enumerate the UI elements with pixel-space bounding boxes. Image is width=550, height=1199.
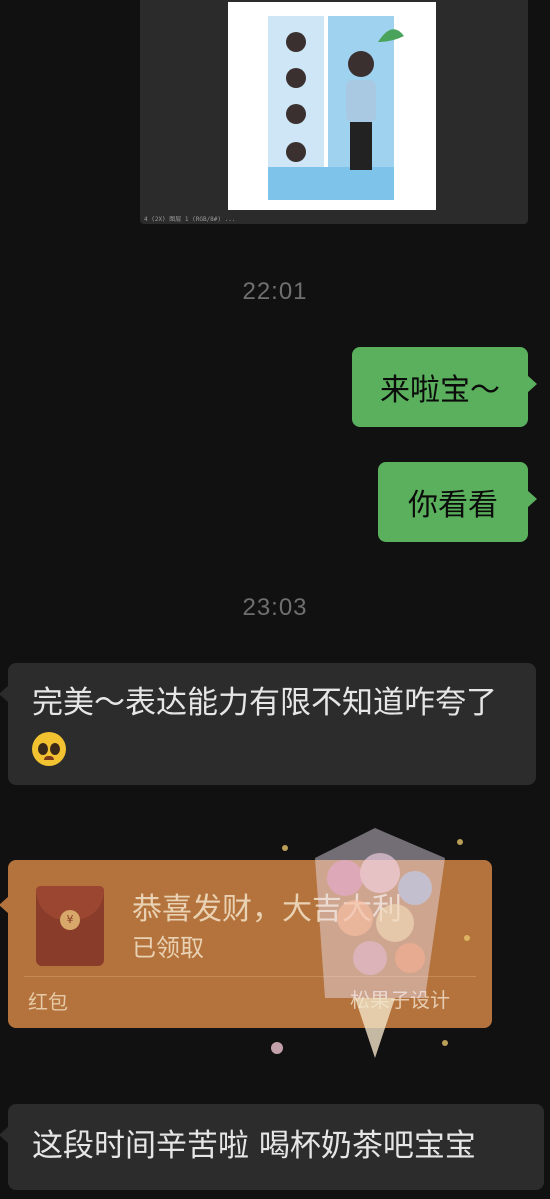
red-packet-label: 红包	[28, 990, 68, 1014]
outgoing-message[interactable]: 你看看	[378, 462, 537, 542]
bubble-tail	[0, 685, 9, 703]
flower-bouquet-sticker	[271, 828, 470, 1058]
outgoing-message[interactable]: 来啦宝～	[352, 347, 537, 427]
timestamp: 23:03	[242, 594, 308, 621]
message-text: 来啦宝～	[380, 373, 500, 408]
message-text: 你看看	[408, 488, 498, 523]
image-message[interactable]: 4 (2X) 图层 1 (RGB/8#) ...	[140, 0, 528, 224]
pleading-face-emoji	[32, 731, 66, 766]
bubble-tail	[0, 896, 9, 914]
artwork-illustration	[268, 16, 404, 200]
bubble-tail	[527, 375, 537, 393]
red-packet-status: 已领取	[132, 934, 204, 962]
message-text: 完美～表达能力有限不知道咋夸了	[32, 685, 497, 721]
message-body: 完美～表达能力有限不知道咋夸了	[32, 681, 522, 769]
bubble-tail	[0, 1126, 9, 1144]
image-caption: 4 (2X) 图层 1 (RGB/8#) ...	[144, 216, 236, 223]
incoming-message[interactable]: 完美～表达能力有限不知道咋夸了	[0, 663, 536, 785]
incoming-message[interactable]: 这段时间辛苦啦 喝杯奶茶吧宝宝	[0, 1104, 544, 1190]
artwork-thumbnail[interactable]	[228, 2, 436, 210]
message-text: 这段时间辛苦啦 喝杯奶茶吧宝宝	[32, 1128, 476, 1164]
timestamp: 22:01	[242, 278, 308, 305]
red-envelope-icon: ¥	[36, 886, 104, 966]
bubble-tail	[527, 490, 537, 508]
